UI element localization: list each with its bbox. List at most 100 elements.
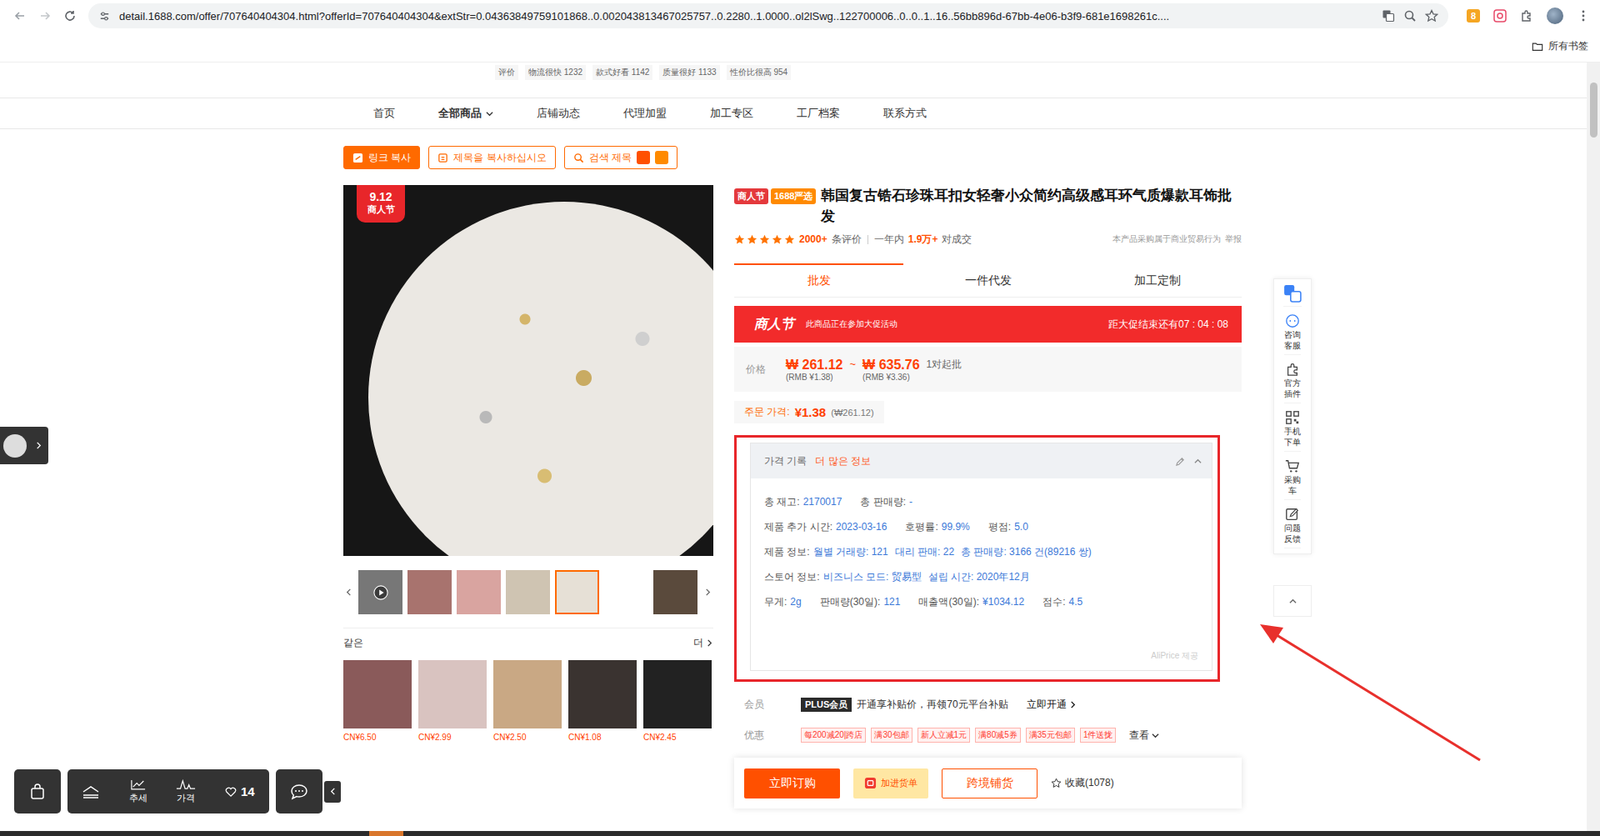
thumbnail[interactable] <box>456 570 501 615</box>
more-info-link[interactable]: 더 많은 정보 <box>815 454 871 469</box>
address-bar[interactable]: detail.1688.com/offer/707640404304.html?… <box>88 3 1449 29</box>
likes-tool[interactable]: 14 <box>225 784 255 799</box>
nav-item[interactable]: 全部商品 <box>438 105 494 121</box>
trend-tool[interactable]: 추세 <box>129 779 148 805</box>
nav-item[interactable]: 店铺动态 <box>536 105 580 121</box>
plugin-icon <box>1285 361 1300 377</box>
product-photo[interactable]: 9.12 商人节 <box>343 185 714 556</box>
side-tool[interactable]: 咨询客服 <box>1284 313 1301 355</box>
nav-item[interactable]: 首页 <box>373 105 395 121</box>
discount-tag[interactable]: 满30包邮 <box>870 727 912 743</box>
open-membership-link[interactable]: 立即开通 <box>1026 697 1077 712</box>
thumb-prev-button[interactable] <box>343 588 354 596</box>
add-cart-button[interactable]: 加进货单 <box>853 768 929 799</box>
tool-button[interactable]: 링크 복사 <box>343 145 420 170</box>
taskbar <box>0 830 1600 836</box>
favorite-button[interactable]: 收藏(1078) <box>1050 775 1115 790</box>
discount-tag[interactable]: 每200减20|跨店 <box>800 727 866 743</box>
cart-icon <box>1285 458 1300 474</box>
search-icon <box>573 152 585 164</box>
thumbnail[interactable] <box>555 570 600 615</box>
star-icon[interactable] <box>1425 9 1439 23</box>
profile-avatar-icon[interactable] <box>1546 7 1564 25</box>
chevron-down-icon <box>1151 731 1160 740</box>
similar-item[interactable]: CN¥2.99 <box>418 660 487 742</box>
discount-tag[interactable]: 满35元包邮 <box>1025 727 1075 743</box>
tool-button[interactable]: 검색 제목 <box>564 145 678 170</box>
plus-badge: PLUS会员 <box>800 697 852 712</box>
thumbnail[interactable] <box>505 570 550 615</box>
copy-icon <box>437 152 449 164</box>
thumbnail[interactable] <box>407 570 452 615</box>
collapse-toolbar-button[interactable] <box>324 780 341 803</box>
nav-item[interactable]: 加工专区 <box>710 105 754 121</box>
thumbnail[interactable] <box>604 570 649 615</box>
forward-arrow-icon[interactable] <box>38 9 52 23</box>
discount-row: 优惠 每200减20|跨店满30包邮新人立减1元满80减5券满35元包邮1件送拢… <box>734 726 1242 744</box>
star-icon <box>734 234 745 245</box>
review-tag: 性价比很高 954 <box>726 65 791 80</box>
site-info-icon[interactable] <box>98 10 111 23</box>
collapse-button[interactable] <box>1194 457 1202 465</box>
back-arrow-icon[interactable] <box>13 9 27 23</box>
reload-icon[interactable] <box>63 9 77 23</box>
aliprice-extension-icon[interactable] <box>1493 9 1507 23</box>
scrollbar-thumb[interactable] <box>1590 82 1598 138</box>
star-icon <box>771 234 783 245</box>
extension-badge[interactable]: 8 <box>1466 9 1480 23</box>
thumbnail[interactable] <box>358 570 403 615</box>
heart-icon <box>225 786 237 797</box>
reviews-count[interactable]: 2000+ <box>799 233 828 245</box>
nav-item[interactable]: 工厂档案 <box>796 105 840 121</box>
review-strip: 评价物流很快 1232款式好看 1142质量很好 1133性价比很高 954 <box>343 62 1244 98</box>
nav-item[interactable]: 联系方式 <box>883 105 927 121</box>
discount-tag[interactable]: 1件送拢 <box>1080 727 1117 743</box>
similar-item[interactable]: CN¥1.08 <box>568 660 637 742</box>
side-tool[interactable]: 手机下单 <box>1284 410 1301 452</box>
report-link[interactable]: 举报 <box>1225 233 1242 245</box>
purchase-tab[interactable]: 一件代发 <box>903 263 1073 297</box>
menu-dots-icon[interactable] <box>1576 9 1590 23</box>
similar-item[interactable]: CN¥6.50 <box>343 660 412 742</box>
side-tool[interactable]: 采购车 <box>1284 458 1301 500</box>
similar-item[interactable]: CN¥2.45 <box>643 660 712 742</box>
chat-button[interactable] <box>275 769 323 814</box>
taobao-logo-icon[interactable] <box>636 150 650 165</box>
product-detail: 9.12 商人节 같은 더 CN¥6.50 CN¥2.99 CN¥2.50 CN… <box>343 185 1244 809</box>
url-text[interactable]: detail.1688.com/offer/707640404304.html?… <box>119 10 1374 23</box>
chevron-right-icon <box>1069 700 1077 709</box>
order-button[interactable]: 立即订购 <box>744 768 840 799</box>
thumb-next-button[interactable] <box>702 588 713 596</box>
similar-header: 같은 더 <box>343 635 714 650</box>
purchase-tab[interactable]: 加工定制 <box>1072 263 1242 297</box>
thumbnail[interactable] <box>653 570 698 615</box>
purchase-tab[interactable]: 批发 <box>734 263 904 297</box>
tool-group: 추세 가격 14 <box>67 769 270 814</box>
discount-tag[interactable]: 满80减5券 <box>975 727 1021 743</box>
cart-button[interactable] <box>14 769 61 814</box>
collapse-chevron-icon <box>1194 457 1202 465</box>
zoom-icon[interactable] <box>1403 9 1417 23</box>
nav-item[interactable]: 代理加盟 <box>623 105 667 121</box>
discount-tag[interactable]: 新人立减1元 <box>917 727 971 743</box>
scrollbar[interactable] <box>1586 62 1600 836</box>
floating-preview[interactable] <box>0 426 49 465</box>
all-bookmarks[interactable]: 所有书签 <box>1548 39 1589 54</box>
puzzle-icon[interactable] <box>1520 9 1534 23</box>
side-tool[interactable]: 问题反馈 <box>1284 506 1301 549</box>
similar-item[interactable]: CN¥2.50 <box>493 660 562 742</box>
collapse-tool[interactable] <box>81 783 100 800</box>
view-discounts[interactable]: 查看 <box>1129 728 1160 743</box>
similar-more[interactable]: 더 <box>693 635 714 650</box>
side-tool[interactable] <box>1283 284 1302 307</box>
qr-code-icon <box>1285 410 1300 425</box>
tmall-logo-icon[interactable] <box>655 150 669 165</box>
price-tool[interactable]: 가격 <box>175 779 196 805</box>
translate-icon[interactable] <box>1381 9 1395 23</box>
edit-icon[interactable] <box>1175 455 1186 467</box>
tool-button[interactable]: 제목을 복사하십시오 <box>428 145 555 170</box>
back-to-top-button[interactable] <box>1273 585 1312 617</box>
side-tool[interactable]: 官方插件 <box>1284 361 1301 404</box>
price-chart-icon <box>175 779 196 790</box>
distribute-button[interactable]: 跨境铺货 <box>941 768 1038 799</box>
